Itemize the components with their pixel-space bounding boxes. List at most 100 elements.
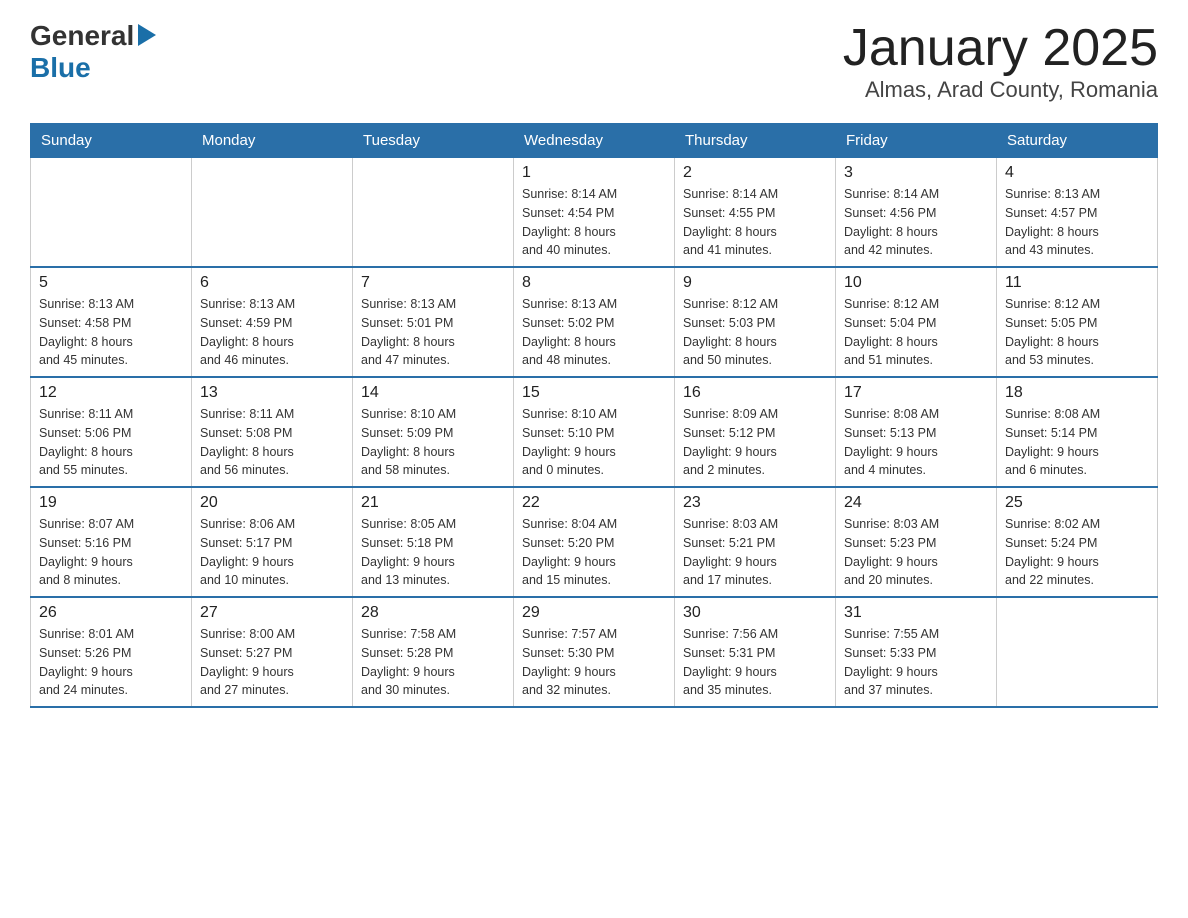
week-row-4: 19 Sunrise: 8:07 AM Sunset: 5:16 PM Dayli… [31,487,1158,597]
day-number: 28 [361,604,505,622]
logo-arrow-icon [138,24,156,51]
calendar-cell: 1Sunrise: 8:14 AM Sunset: 4:54 PM Daylig… [514,158,675,268]
day-info: Sunrise: 8:12 AM Sunset: 5:04 PM Dayligh… [844,295,988,370]
day-number: 23 [683,494,827,512]
day-number: 8 [522,274,666,292]
calendar-cell: 31Sunrise: 7:55 AM Sunset: 5:33 PM Dayli… [836,597,997,707]
header-monday: Monday [192,124,353,158]
day-info: Sunrise: 8:12 AM Sunset: 5:03 PM Dayligh… [683,295,827,370]
calendar-cell: 12 Sunrise: 8:11 AM Sunset: 5:06 PM Dayli… [31,377,192,487]
calendar-cell: 2 Sunrise: 8:14 AM Sunset: 4:55 PM Daylig… [675,158,836,268]
day-info: Sunrise: 7:58 AM Sunset: 5:28 PM Dayligh… [361,625,505,700]
calendar-cell: 4 Sunrise: 8:13 AM Sunset: 4:57 PM Daylig… [997,158,1158,268]
calendar-header: SundayMondayTuesdayWednesdayThursdayFrid… [31,124,1158,158]
calendar-cell: 6 Sunrise: 8:13 AM Sunset: 4:59 PM Daylig… [192,267,353,377]
day-info: Sunrise: 8:08 AM Sunset: 5:13 PM Dayligh… [844,405,988,480]
day-info: Sunrise: 8:14 AM Sunset: 4:56 PM Dayligh… [844,185,988,260]
day-number: 15 [522,384,666,402]
day-info: Sunrise: 7:57 AM Sunset: 5:30 PM Dayligh… [522,625,666,700]
day-number: 7 [361,274,505,292]
day-number: 19 [39,494,183,512]
calendar-cell: 3Sunrise: 8:14 AM Sunset: 4:56 PM Daylig… [836,158,997,268]
day-number: 9 [683,274,827,292]
calendar-cell: 24Sunrise: 8:03 AM Sunset: 5:23 PM Dayli… [836,487,997,597]
day-info: Sunrise: 7:56 AM Sunset: 5:31 PM Dayligh… [683,625,827,700]
header-tuesday: Tuesday [353,124,514,158]
week-row-3: 12 Sunrise: 8:11 AM Sunset: 5:06 PM Dayli… [31,377,1158,487]
day-number: 21 [361,494,505,512]
page-header: General Blue January 2025 Almas, Arad Co… [30,20,1158,103]
day-number: 25 [1005,494,1149,512]
header-friday: Friday [836,124,997,158]
calendar-cell: 8Sunrise: 8:13 AM Sunset: 5:02 PM Daylig… [514,267,675,377]
page-subtitle: Almas, Arad County, Romania [843,77,1158,103]
day-number: 17 [844,384,988,402]
day-info: Sunrise: 8:00 AM Sunset: 5:27 PM Dayligh… [200,625,344,700]
title-block: January 2025 Almas, Arad County, Romania [843,20,1158,103]
day-info: Sunrise: 8:04 AM Sunset: 5:20 PM Dayligh… [522,515,666,590]
week-row-2: 5Sunrise: 8:13 AM Sunset: 4:58 PM Daylig… [31,267,1158,377]
calendar-cell: 20 Sunrise: 8:06 AM Sunset: 5:17 PM Dayli… [192,487,353,597]
day-number: 13 [200,384,344,402]
day-info: Sunrise: 8:14 AM Sunset: 4:55 PM Dayligh… [683,185,827,260]
day-number: 10 [844,274,988,292]
calendar-cell: 9 Sunrise: 8:12 AM Sunset: 5:03 PM Daylig… [675,267,836,377]
calendar-table: SundayMondayTuesdayWednesdayThursdayFrid… [30,123,1158,708]
calendar-cell: 19 Sunrise: 8:07 AM Sunset: 5:16 PM Dayli… [31,487,192,597]
header-thursday: Thursday [675,124,836,158]
calendar-cell [353,158,514,268]
calendar-cell: 22 Sunrise: 8:04 AM Sunset: 5:20 PM Dayli… [514,487,675,597]
day-number: 20 [200,494,344,512]
day-info: Sunrise: 8:03 AM Sunset: 5:21 PM Dayligh… [683,515,827,590]
day-info: Sunrise: 8:06 AM Sunset: 5:17 PM Dayligh… [200,515,344,590]
calendar-cell: 28 Sunrise: 7:58 AM Sunset: 5:28 PM Dayli… [353,597,514,707]
week-row-5: 26Sunrise: 8:01 AM Sunset: 5:26 PM Dayli… [31,597,1158,707]
day-info: Sunrise: 8:07 AM Sunset: 5:16 PM Dayligh… [39,515,183,590]
calendar-cell: 17 Sunrise: 8:08 AM Sunset: 5:13 PM Dayli… [836,377,997,487]
header-sunday: Sunday [31,124,192,158]
header-saturday: Saturday [997,124,1158,158]
calendar-cell: 5Sunrise: 8:13 AM Sunset: 4:58 PM Daylig… [31,267,192,377]
calendar-cell: 18Sunrise: 8:08 AM Sunset: 5:14 PM Dayli… [997,377,1158,487]
day-number: 6 [200,274,344,292]
day-number: 11 [1005,274,1149,292]
day-number: 12 [39,384,183,402]
calendar-cell: 23 Sunrise: 8:03 AM Sunset: 5:21 PM Dayli… [675,487,836,597]
calendar-cell [997,597,1158,707]
day-info: Sunrise: 8:10 AM Sunset: 5:10 PM Dayligh… [522,405,666,480]
page-title: January 2025 [843,20,1158,77]
day-number: 29 [522,604,666,622]
day-info: Sunrise: 8:11 AM Sunset: 5:08 PM Dayligh… [200,405,344,480]
calendar-cell [192,158,353,268]
calendar-cell: 15 Sunrise: 8:10 AM Sunset: 5:10 PM Dayli… [514,377,675,487]
calendar-cell: 7 Sunrise: 8:13 AM Sunset: 5:01 PM Daylig… [353,267,514,377]
day-number: 16 [683,384,827,402]
day-number: 22 [522,494,666,512]
calendar-cell: 14Sunrise: 8:10 AM Sunset: 5:09 PM Dayli… [353,377,514,487]
day-info: Sunrise: 8:13 AM Sunset: 5:01 PM Dayligh… [361,295,505,370]
day-info: Sunrise: 8:13 AM Sunset: 4:58 PM Dayligh… [39,295,183,370]
calendar-cell: 26Sunrise: 8:01 AM Sunset: 5:26 PM Dayli… [31,597,192,707]
day-info: Sunrise: 8:11 AM Sunset: 5:06 PM Dayligh… [39,405,183,480]
day-number: 24 [844,494,988,512]
calendar-cell [31,158,192,268]
logo: General Blue [30,20,156,84]
calendar-cell: 30Sunrise: 7:56 AM Sunset: 5:31 PM Dayli… [675,597,836,707]
day-info: Sunrise: 8:13 AM Sunset: 4:59 PM Dayligh… [200,295,344,370]
calendar-cell: 27Sunrise: 8:00 AM Sunset: 5:27 PM Dayli… [192,597,353,707]
day-info: Sunrise: 8:13 AM Sunset: 4:57 PM Dayligh… [1005,185,1149,260]
logo-general-text: General [30,20,134,52]
week-row-1: 1Sunrise: 8:14 AM Sunset: 4:54 PM Daylig… [31,158,1158,268]
calendar-cell: 16Sunrise: 8:09 AM Sunset: 5:12 PM Dayli… [675,377,836,487]
logo-blue-text: Blue [30,52,91,83]
day-info: Sunrise: 8:08 AM Sunset: 5:14 PM Dayligh… [1005,405,1149,480]
day-info: Sunrise: 8:01 AM Sunset: 5:26 PM Dayligh… [39,625,183,700]
calendar-cell: 25 Sunrise: 8:02 AM Sunset: 5:24 PM Dayli… [997,487,1158,597]
day-number: 1 [522,164,666,182]
day-number: 4 [1005,164,1149,182]
day-number: 14 [361,384,505,402]
day-info: Sunrise: 8:02 AM Sunset: 5:24 PM Dayligh… [1005,515,1149,590]
calendar-cell: 11Sunrise: 8:12 AM Sunset: 5:05 PM Dayli… [997,267,1158,377]
calendar-cell: 21Sunrise: 8:05 AM Sunset: 5:18 PM Dayli… [353,487,514,597]
day-number: 2 [683,164,827,182]
